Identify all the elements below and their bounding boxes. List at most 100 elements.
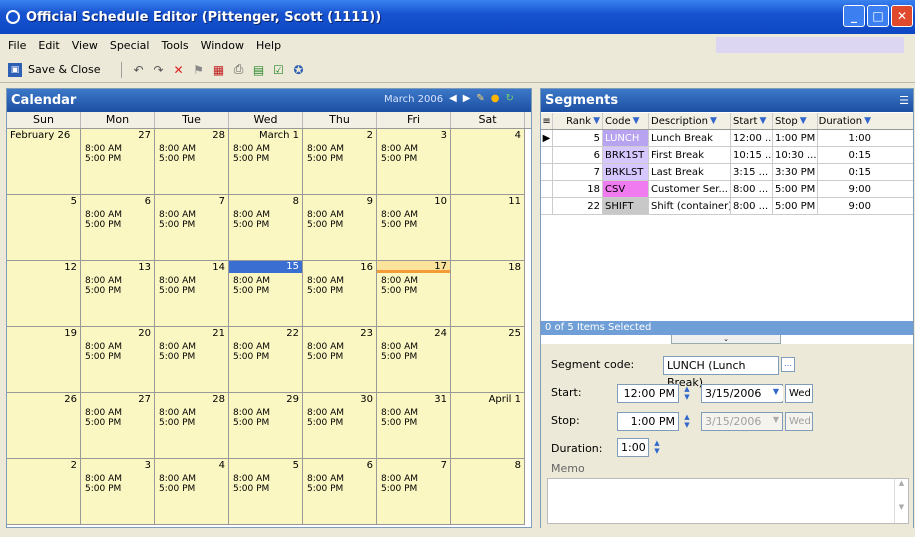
start-time-field[interactable]: 12:00 PM	[617, 384, 679, 403]
calendar-icon[interactable]: ▦	[212, 63, 226, 77]
refresh-icon[interactable]: ↻	[506, 93, 514, 104]
delete-icon[interactable]: ✕	[172, 63, 186, 77]
calendar-day-cell[interactable]: 8 8:00 AM 5:00 PM	[229, 195, 303, 261]
calendar-day-cell[interactable]: 26	[7, 393, 81, 459]
duration-spinner[interactable]: ▲ ▼	[651, 439, 663, 456]
column-filter-icon[interactable]: ▼	[710, 116, 717, 126]
calendar-day-cell[interactable]: March 1 8:00 AM 5:00 PM	[229, 129, 303, 195]
calendar-day-cell[interactable]: 6 8:00 AM 5:00 PM	[303, 459, 377, 525]
table-row[interactable]: 7 BRKLST Last Break 3:15 ... 3:30 PM 0:15	[541, 164, 913, 181]
calendar-day-cell[interactable]: 15 8:00 AM 5:00 PM	[229, 261, 303, 327]
next-month-icon[interactable]: ▶	[463, 93, 471, 104]
calendar-day-cell[interactable]: 20 8:00 AM 5:00 PM	[81, 327, 155, 393]
column-header-stop[interactable]: Stop ▼	[773, 113, 818, 129]
stop-time-spinner[interactable]: ▲ ▼	[681, 413, 693, 430]
filter-icon[interactable]: ⚑	[192, 63, 206, 77]
calendar-day-cell[interactable]: 7 8:00 AM 5:00 PM	[155, 195, 229, 261]
column-filter-icon[interactable]: ▼	[864, 116, 871, 126]
calendar-day-cell[interactable]: 27 8:00 AM 5:00 PM	[81, 129, 155, 195]
calendar-day-cell[interactable]: 5	[7, 195, 81, 261]
column-filter-icon[interactable]: ▼	[800, 116, 807, 126]
start-day-field[interactable]: Wed	[785, 384, 813, 403]
calendar-day-cell[interactable]: 16 8:00 AM 5:00 PM	[303, 261, 377, 327]
save-close-button[interactable]: ▣ Save & Close	[8, 62, 101, 77]
menu-tools[interactable]: Tools	[161, 39, 188, 52]
column-header-rank[interactable]: Rank ▼	[553, 113, 603, 129]
calendar-day-cell[interactable]: 22 8:00 AM 5:00 PM	[229, 327, 303, 393]
column-filter-icon[interactable]: ▼	[633, 116, 640, 126]
calendar-day-cell[interactable]: 11	[451, 195, 525, 261]
table-row[interactable]: ▶ 5 LUNCH Lunch Break 12:00 ... 1:00 PM 1:00	[541, 130, 913, 147]
column-chooser-icon[interactable]: ≡	[541, 113, 553, 129]
close-button[interactable]: ✕	[891, 5, 913, 27]
table-row[interactable]: 6 BRK1ST First Break 10:15 ... 10:30 ... 0:15	[541, 147, 913, 164]
menu-view[interactable]: View	[72, 39, 98, 52]
calendar-day-cell[interactable]: 19	[7, 327, 81, 393]
calendar-day-cell[interactable]: 13 8:00 AM 5:00 PM	[81, 261, 155, 327]
calendar-day-cell[interactable]: 23 8:00 AM 5:00 PM	[303, 327, 377, 393]
calendar-day-cell[interactable]: 6 8:00 AM 5:00 PM	[81, 195, 155, 261]
pin-icon[interactable]: ✎	[476, 93, 484, 104]
calendar-day-cell[interactable]: 5 8:00 AM 5:00 PM	[229, 459, 303, 525]
calendar-day-cell[interactable]: 18	[451, 261, 525, 327]
column-header-start[interactable]: Start ▼	[731, 113, 773, 129]
table-row[interactable]: 18 CSV Customer Ser... 8:00 ... 5:00 PM 9:00	[541, 181, 913, 198]
menu-special[interactable]: Special	[110, 39, 150, 52]
calendar-day-cell[interactable]: 30 8:00 AM 5:00 PM	[303, 393, 377, 459]
calendar-day-cell[interactable]: 17 8:00 AM 5:00 PM	[377, 261, 451, 327]
column-header-code[interactable]: Code ▼	[603, 113, 649, 129]
shift-end-time: 5:00 PM	[159, 154, 196, 164]
calendar-day-cell[interactable]: 3 8:00 AM 5:00 PM	[81, 459, 155, 525]
memo-scrollbar[interactable]: ▲ ▼	[894, 479, 908, 523]
start-date-dropdown-icon[interactable]: ▼	[769, 386, 783, 401]
print-icon[interactable]: ⎙	[232, 62, 246, 77]
calendar-day-cell[interactable]: 31 8:00 AM 5:00 PM	[377, 393, 451, 459]
calendar-day-cell[interactable]: 7 8:00 AM 5:00 PM	[377, 459, 451, 525]
collapse-handle[interactable]: ⌄	[671, 335, 781, 344]
calendar-day-cell[interactable]: 24 8:00 AM 5:00 PM	[377, 327, 451, 393]
calendar-day-cell[interactable]: 2	[7, 459, 81, 525]
segment-code-field[interactable]: LUNCH (Lunch Break)	[663, 356, 779, 389]
column-filter-icon[interactable]: ▼	[593, 116, 600, 126]
panel-menu-icon[interactable]: ☰	[899, 94, 909, 107]
calendar-day-cell[interactable]: 25	[451, 327, 525, 393]
calendar-day-cell[interactable]: 4 8:00 AM 5:00 PM	[155, 459, 229, 525]
column-header-description[interactable]: Description ▼	[649, 113, 731, 129]
menu-help[interactable]: Help	[256, 39, 281, 52]
redo-icon[interactable]: ↷	[152, 63, 166, 77]
calendar-day-cell[interactable]: 21 8:00 AM 5:00 PM	[155, 327, 229, 393]
start-time-spinner[interactable]: ▲ ▼	[681, 385, 693, 402]
column-filter-icon[interactable]: ▼	[759, 116, 766, 126]
memo-textarea[interactable]: ▲ ▼	[547, 478, 909, 524]
menu-window[interactable]: Window	[201, 39, 244, 52]
menu-edit[interactable]: Edit	[38, 39, 59, 52]
calendar-day-cell[interactable]: 28 8:00 AM 5:00 PM	[155, 393, 229, 459]
minimize-button[interactable]: _	[843, 5, 865, 27]
calendar-day-cell[interactable]: 12	[7, 261, 81, 327]
help-icon[interactable]: ✪	[292, 63, 306, 77]
calendar-day-cell[interactable]: 8	[451, 459, 525, 525]
table-row[interactable]: 22 SHIFT Shift (container) 8:00 ... 5:00 PM 9…	[541, 198, 913, 215]
menu-file[interactable]: File	[8, 39, 26, 52]
duration-field[interactable]: 1:00	[617, 438, 649, 457]
calendar-day-cell[interactable]: 2 8:00 AM 5:00 PM	[303, 129, 377, 195]
calendar-day-cell[interactable]: 28 8:00 AM 5:00 PM	[155, 129, 229, 195]
column-header-duration[interactable]: Duration ▼	[818, 113, 873, 129]
calendar-day-cell[interactable]: 9 8:00 AM 5:00 PM	[303, 195, 377, 261]
calendar-day-cell[interactable]: April 1	[451, 393, 525, 459]
calendar-day-cell[interactable]: February 26	[7, 129, 81, 195]
segment-code-browse-button[interactable]: …	[781, 357, 795, 372]
calendar-day-cell[interactable]: 3 8:00 AM 5:00 PM	[377, 129, 451, 195]
calendar-day-cell[interactable]: 10 8:00 AM 5:00 PM	[377, 195, 451, 261]
calendar-day-cell[interactable]: 4	[451, 129, 525, 195]
prev-month-icon[interactable]: ◀	[449, 93, 457, 104]
calendar-day-cell[interactable]: 29 8:00 AM 5:00 PM	[229, 393, 303, 459]
stop-time-field[interactable]: 1:00 PM	[617, 412, 679, 431]
maximize-button[interactable]: □	[867, 5, 889, 27]
today-icon[interactable]: ●	[491, 93, 500, 104]
calendar-day-cell[interactable]: 27 8:00 AM 5:00 PM	[81, 393, 155, 459]
document-icon[interactable]: ▤	[252, 63, 266, 77]
check-icon[interactable]: ☑	[272, 63, 286, 77]
calendar-day-cell[interactable]: 14 8:00 AM 5:00 PM	[155, 261, 229, 327]
undo-icon[interactable]: ↶	[132, 63, 146, 77]
